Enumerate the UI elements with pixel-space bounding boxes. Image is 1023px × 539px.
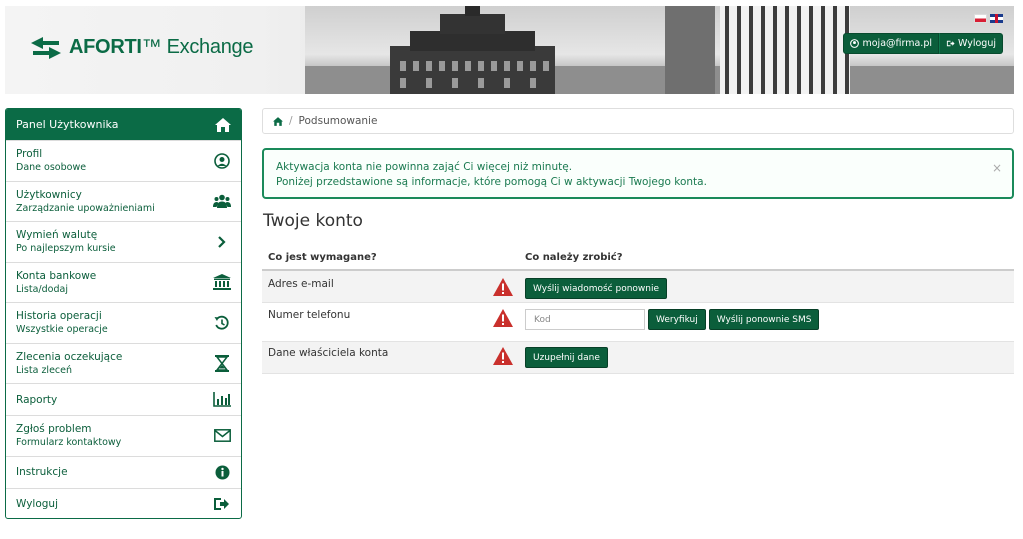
sign-out-icon: [946, 40, 955, 47]
sidebar-item-label: Wymień walutę: [16, 229, 98, 242]
bank-icon: [213, 273, 231, 291]
user-icon: [850, 39, 860, 48]
breadcrumb: / Podsumowanie: [262, 108, 1014, 134]
sidebar-item-label: Użytkownicy: [16, 188, 82, 201]
sidebar-item-users[interactable]: Użytkownicy Zarządzanie upoważnieniami: [6, 180, 241, 222]
sidebar-item-sub: Po najlepszym kursie: [16, 243, 116, 255]
sidebar-item-sub: Lista zleceń: [16, 364, 73, 376]
column-header-required: Co jest wymagane?: [268, 252, 377, 263]
sidebar-item-label: Instrukcje: [16, 466, 68, 478]
user-email-button[interactable]: moja@firma.pl: [843, 33, 939, 54]
sidebar-item-sub: Formularz kontaktowy: [16, 437, 122, 449]
user-email-label: moja@firma.pl: [862, 38, 932, 49]
sidebar-item-bank-accounts[interactable]: Konta bankowe Lista/dodaj: [6, 261, 241, 303]
verify-button[interactable]: Weryfikuj: [648, 309, 706, 330]
envelope-icon: [213, 427, 231, 445]
header-banner: AFORTI™ Exchange moja@firma.pl Wyloguj: [5, 6, 1014, 94]
sidebar-item-label: Profil: [16, 148, 43, 161]
breadcrumb-separator: /: [289, 115, 293, 127]
pl-flag-icon[interactable]: [974, 14, 987, 23]
aforti-logo-icon: [31, 36, 61, 59]
resend-sms-button[interactable]: Wyślij ponownie SMS: [708, 309, 820, 330]
hourglass-icon: [213, 354, 231, 372]
alert-close-button[interactable]: ×: [992, 161, 1002, 176]
sidebar-item-profile[interactable]: Profil Dane osobowe: [6, 140, 241, 181]
home-icon: [215, 117, 231, 132]
warning-icon: [480, 278, 525, 296]
sidebar-item-exchange[interactable]: Wymień walutę Po najlepszym kursie: [6, 221, 241, 262]
breadcrumb-current: Podsumowanie: [298, 115, 378, 127]
sidebar-item-sub: Wszystkie operacje: [16, 324, 108, 336]
requirement-label: Dane właściciela konta: [268, 347, 389, 359]
warning-icon: [480, 347, 525, 365]
user-panel-sidebar: Panel Użytkownika Profil Dane osobowe Uży…: [5, 108, 242, 519]
users-icon: [213, 192, 231, 210]
logout-button[interactable]: Wyloguj: [939, 33, 1003, 54]
requirement-label: Adres e-mail: [268, 278, 334, 290]
home-icon[interactable]: [273, 116, 283, 126]
sidebar-item-label: Konta bankowe: [16, 269, 97, 282]
logout-label: Wyloguj: [958, 38, 996, 49]
sign-out-icon: [213, 495, 231, 513]
en-flag-icon[interactable]: [990, 14, 1003, 23]
requirement-label: Numer telefonu: [268, 309, 351, 321]
user-circle-icon: [213, 152, 231, 170]
sidebar-item-label: Zlecenia oczekujące: [16, 350, 123, 363]
aforti-logo[interactable]: AFORTI™ Exchange: [29, 36, 253, 59]
sidebar-item-sub: Dane osobowe: [16, 162, 87, 174]
chevron-right-icon: [213, 233, 231, 251]
sidebar-item-history[interactable]: Historia operacji Wszystkie operacje: [6, 302, 241, 343]
table-row: Adres e-mail Wyślij wiadomość ponownie: [262, 271, 1014, 303]
column-header-action: Co należy zrobić?: [525, 252, 623, 263]
sidebar-item-sub: Lista/dodaj: [16, 283, 68, 295]
alert-line-1: Aktywacja konta nie powinna zająć Ci wię…: [276, 161, 573, 173]
sidebar-title: Panel Użytkownika: [16, 118, 119, 131]
table-row: Numer telefonu Kod Weryfikuj Wyślij pono…: [262, 303, 1014, 342]
sidebar-item-label: Zgłoś problem: [16, 423, 92, 436]
info-icon: [213, 463, 231, 481]
resend-email-button[interactable]: Wyślij wiadomość ponownie: [525, 278, 668, 299]
sidebar-item-label: Historia operacji: [16, 310, 102, 323]
sidebar-item-report-problem[interactable]: Zgłoś problem Formularz kontaktowy: [6, 415, 241, 456]
activation-alert: Aktywacja konta nie powinna zająć Ci wię…: [262, 148, 1014, 199]
bar-chart-icon: [213, 391, 231, 409]
sidebar-item-label: Wyloguj: [16, 498, 58, 510]
alert-line-2: Poniżej przedstawione są informacje, któ…: [276, 176, 707, 188]
sms-code-input[interactable]: Kod: [525, 309, 645, 330]
sidebar-item-reports[interactable]: Raporty: [6, 383, 241, 415]
history-icon: [213, 314, 231, 332]
sidebar-item-instructions[interactable]: Instrukcje: [6, 455, 241, 488]
complete-data-button[interactable]: Uzupełnij dane: [525, 347, 608, 368]
page-title: Twoje konto: [263, 211, 363, 231]
logo-text: AFORTI™ Exchange: [69, 36, 254, 58]
sidebar-item-sub: Zarządzanie upoważnieniami: [16, 202, 155, 214]
sidebar-header[interactable]: Panel Użytkownika: [6, 109, 241, 140]
sidebar-item-logout[interactable]: Wyloguj: [6, 487, 241, 519]
account-requirements-table: Co jest wymagane? Co należy zrobić? Adre…: [262, 246, 1014, 374]
sidebar-item-pending-orders[interactable]: Zlecenia oczekujące Lista zleceń: [6, 342, 241, 384]
table-row: Dane właściciela konta Uzupełnij dane: [262, 342, 1014, 374]
table-header: Co jest wymagane? Co należy zrobić?: [262, 246, 1014, 271]
warning-icon: [480, 309, 525, 327]
user-button-group: moja@firma.pl Wyloguj: [843, 33, 1003, 54]
sidebar-item-label: Raporty: [16, 393, 58, 406]
language-switcher: [974, 14, 1003, 23]
